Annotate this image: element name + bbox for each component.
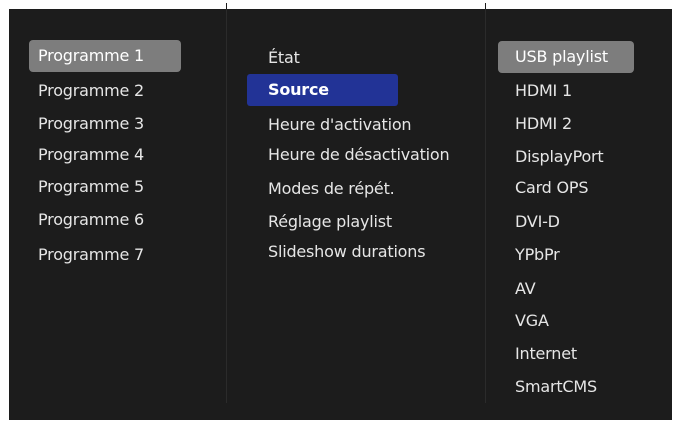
programme-item-4[interactable]: Programme 4 xyxy=(29,139,181,171)
setting-item-slideshow-durations[interactable]: Slideshow durations xyxy=(259,236,469,268)
setting-item-heure-desactivation[interactable]: Heure de désactivation xyxy=(259,139,474,171)
setting-item-etat[interactable]: État xyxy=(259,42,444,74)
source-item-hdmi-2[interactable]: HDMI 2 xyxy=(506,108,646,140)
programme-item-1[interactable]: Programme 1 xyxy=(29,40,181,72)
source-item-dvi-d[interactable]: DVI-D xyxy=(506,206,646,238)
column-divider-2 xyxy=(485,9,486,403)
schedule-menu-panel: Programme 1 Programme 2 Programme 3 Prog… xyxy=(9,9,672,420)
programme-item-7[interactable]: Programme 7 xyxy=(29,239,181,271)
source-item-usb-playlist[interactable]: USB playlist xyxy=(498,41,634,73)
programme-item-6[interactable]: Programme 6 xyxy=(29,204,181,236)
source-item-smartcms[interactable]: SmartCMS xyxy=(506,371,646,403)
programme-item-5[interactable]: Programme 5 xyxy=(29,171,181,203)
setting-item-source[interactable]: Source xyxy=(247,74,398,106)
source-item-ypbpr[interactable]: YPbPr xyxy=(506,239,646,271)
column-divider-1 xyxy=(226,9,227,403)
source-item-hdmi-1[interactable]: HDMI 1 xyxy=(506,75,646,107)
setting-item-reglage-playlist[interactable]: Réglage playlist xyxy=(259,206,459,238)
programme-item-2[interactable]: Programme 2 xyxy=(29,75,181,107)
source-item-av[interactable]: AV xyxy=(506,273,646,305)
setting-item-heure-activation[interactable]: Heure d'activation xyxy=(259,109,459,141)
source-item-vga[interactable]: VGA xyxy=(506,305,646,337)
setting-item-modes-repet[interactable]: Modes de répét. xyxy=(259,173,459,205)
programme-item-3[interactable]: Programme 3 xyxy=(29,108,181,140)
source-item-displayport[interactable]: DisplayPort xyxy=(506,141,646,173)
source-item-card-ops[interactable]: Card OPS xyxy=(506,172,646,204)
source-item-internet[interactable]: Internet xyxy=(506,338,646,370)
